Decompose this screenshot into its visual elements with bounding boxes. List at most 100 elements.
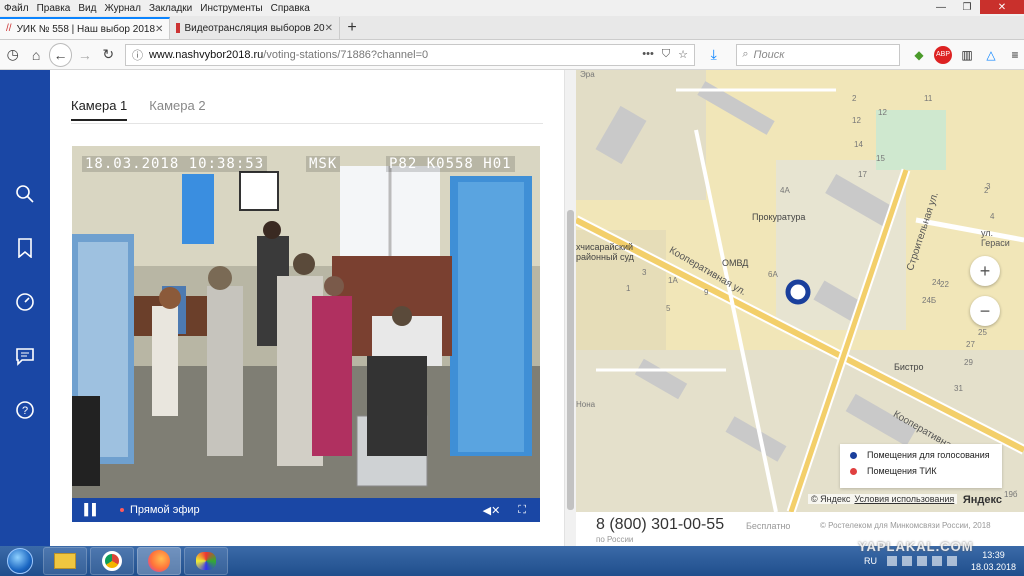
main-content: Камера 1 Камера 2 18.03.2018 10:38:53 MS… — [50, 70, 564, 546]
chrome-icon — [102, 551, 122, 571]
map-house-number: 2 — [852, 94, 857, 103]
pause-button[interactable]: ▌▌ — [72, 504, 112, 516]
legend-swatch — [850, 467, 857, 475]
tray-icon[interactable] — [946, 556, 957, 566]
page-scrollbar[interactable] — [564, 70, 576, 546]
chat-icon[interactable] — [13, 344, 37, 368]
map-label: Прокуратура — [752, 212, 806, 222]
extension-icon[interactable]: ◆ — [910, 46, 928, 64]
search-placeholder: Поиск — [753, 48, 785, 61]
video-timezone: MSK — [306, 156, 341, 172]
map-house-number: 1 — [626, 284, 631, 293]
tray-icon[interactable] — [886, 556, 897, 566]
web-page: ? Камера 1 Камера 2 18.03.2018 10:38:53 … — [0, 70, 1024, 546]
info-icon[interactable]: ⓘ — [132, 47, 143, 63]
zoom-out-button[interactable]: − — [970, 296, 1000, 326]
start-button[interactable] — [0, 546, 40, 576]
clock[interactable]: 13:39 18.03.2018 — [971, 549, 1016, 573]
minimize-button[interactable]: — — [928, 0, 954, 14]
bookmark-star-icon[interactable]: ☆ — [678, 48, 688, 61]
menu-bookmarks[interactable]: Закладки — [149, 3, 192, 14]
bookmark-icon[interactable] — [13, 236, 37, 260]
map-house-number: 29 — [964, 358, 973, 367]
maximize-button[interactable]: ❐ — [954, 0, 980, 14]
url-path: /voting-stations/71886?channel=0 — [263, 48, 429, 61]
legend-item: Помещения ТИК — [850, 466, 992, 476]
adblock-icon[interactable]: ABP — [934, 45, 953, 64]
site-favicon-icon — [176, 23, 180, 33]
tab-camera-2[interactable]: Камера 2 — [149, 98, 205, 121]
language-indicator[interactable]: RU — [864, 556, 877, 566]
help-icon[interactable]: ? — [13, 398, 37, 422]
map-house-number: 12 — [852, 116, 861, 125]
taskbar-paint[interactable] — [184, 547, 228, 575]
new-tab-button[interactable]: + — [340, 17, 364, 39]
taskbar-firefox[interactable] — [137, 547, 181, 575]
tab-uik[interactable]: // УИК № 558 | Наш выбор 2018 ✕ — [0, 17, 170, 39]
tray-icon[interactable] — [931, 556, 942, 566]
taskbar-explorer[interactable] — [43, 547, 87, 575]
menu-edit[interactable]: Правка — [37, 3, 71, 14]
windows-logo-icon — [7, 548, 33, 574]
menu-tools[interactable]: Инструменты — [200, 3, 262, 14]
hotline-phone[interactable]: 8 (800) 301-00-55 — [596, 516, 724, 534]
terms-link[interactable]: Условия использования — [854, 494, 954, 504]
map-house-number: 14 — [854, 140, 863, 149]
reload-button[interactable]: ↻ — [98, 44, 119, 66]
close-tab-icon[interactable]: ✕ — [155, 24, 163, 35]
search-icon[interactable] — [13, 182, 37, 206]
map-house-number: 15 — [876, 154, 885, 163]
address-bar[interactable]: ⓘ www.nashvybor2018.ru/voting-stations/7… — [124, 43, 695, 66]
mute-button[interactable]: ◀✕ — [483, 504, 501, 517]
zoom-in-button[interactable]: + — [970, 256, 1000, 286]
page-actions-icon[interactable]: ••• — [642, 48, 654, 61]
map-label: ОМВД — [722, 258, 749, 268]
downloads-icon[interactable]: ⤓ — [703, 44, 724, 66]
close-tab-icon[interactable]: ✕ — [325, 23, 333, 34]
legend-label: Помещения ТИК — [867, 466, 937, 476]
forward-button[interactable]: → — [74, 44, 95, 66]
paint-icon — [196, 552, 216, 570]
search-icon: ⌕ — [742, 48, 749, 60]
map[interactable]: Кооперативная ул. Кооперативная ул. Стро… — [576, 70, 1024, 512]
tray-icon[interactable] — [916, 556, 927, 566]
taskbar-chrome[interactable] — [90, 547, 134, 575]
search-input[interactable]: ⌕ Поиск — [736, 43, 901, 66]
watermark: YAPLAKAL.COM — [858, 539, 974, 554]
video-frame — [72, 146, 540, 498]
speedometer-icon[interactable] — [13, 290, 37, 314]
legend-swatch — [850, 451, 857, 459]
tab-video[interactable]: Видеотрансляция выборов 20 ✕ — [170, 17, 340, 39]
station-code: P82 K0558 H01 — [386, 156, 515, 172]
close-window-button[interactable]: ✕ — [980, 0, 1024, 14]
fullscreen-button[interactable]: ⛶ — [518, 504, 526, 517]
svg-text:?: ? — [22, 405, 28, 417]
home-icon[interactable]: ⌂ — [25, 44, 46, 66]
menu-icon[interactable]: ≡ — [1006, 46, 1024, 64]
menu-help[interactable]: Справка — [271, 3, 310, 14]
tray-icon[interactable] — [901, 556, 912, 566]
menu-view[interactable]: Вид — [78, 3, 96, 14]
video-controls: ▌▌ Прямой эфир ◀✕ ⛶ — [72, 498, 540, 522]
nav-bar: ◷ ⌂ ← → ↻ ⓘ www.nashvybor2018.ru/voting-… — [0, 40, 1024, 70]
sync-icon[interactable]: △ — [982, 46, 1000, 64]
back-button[interactable]: ← — [48, 42, 73, 67]
live-dot-icon — [120, 508, 124, 512]
menu-file[interactable]: Файл — [4, 3, 29, 14]
map-copyright-text: © Яндекс — [811, 494, 851, 504]
map-house-number: 17 — [858, 170, 867, 179]
yandex-logo[interactable]: Яндекс — [963, 494, 1002, 506]
map-house-number: 9 — [704, 288, 709, 297]
history-icon[interactable]: ◷ — [2, 44, 23, 66]
camera-tabs: Камера 1 Камера 2 — [71, 98, 206, 121]
map-house-number: 4А — [780, 186, 790, 195]
pocket-icon[interactable]: ⛉ — [662, 48, 670, 61]
video-timestamp: 18.03.2018 10:38:53 — [82, 156, 268, 172]
video-player[interactable]: 18.03.2018 10:38:53 MSK P82 K0558 H01 — [72, 146, 540, 498]
tab-camera-1[interactable]: Камера 1 — [71, 98, 128, 121]
scrollbar-thumb[interactable] — [567, 210, 574, 510]
divider — [71, 123, 543, 124]
sidebar-icon[interactable]: ▥ — [958, 46, 976, 64]
legend-label: Помещения для голосования — [867, 450, 990, 460]
menu-history[interactable]: Журнал — [104, 3, 141, 14]
